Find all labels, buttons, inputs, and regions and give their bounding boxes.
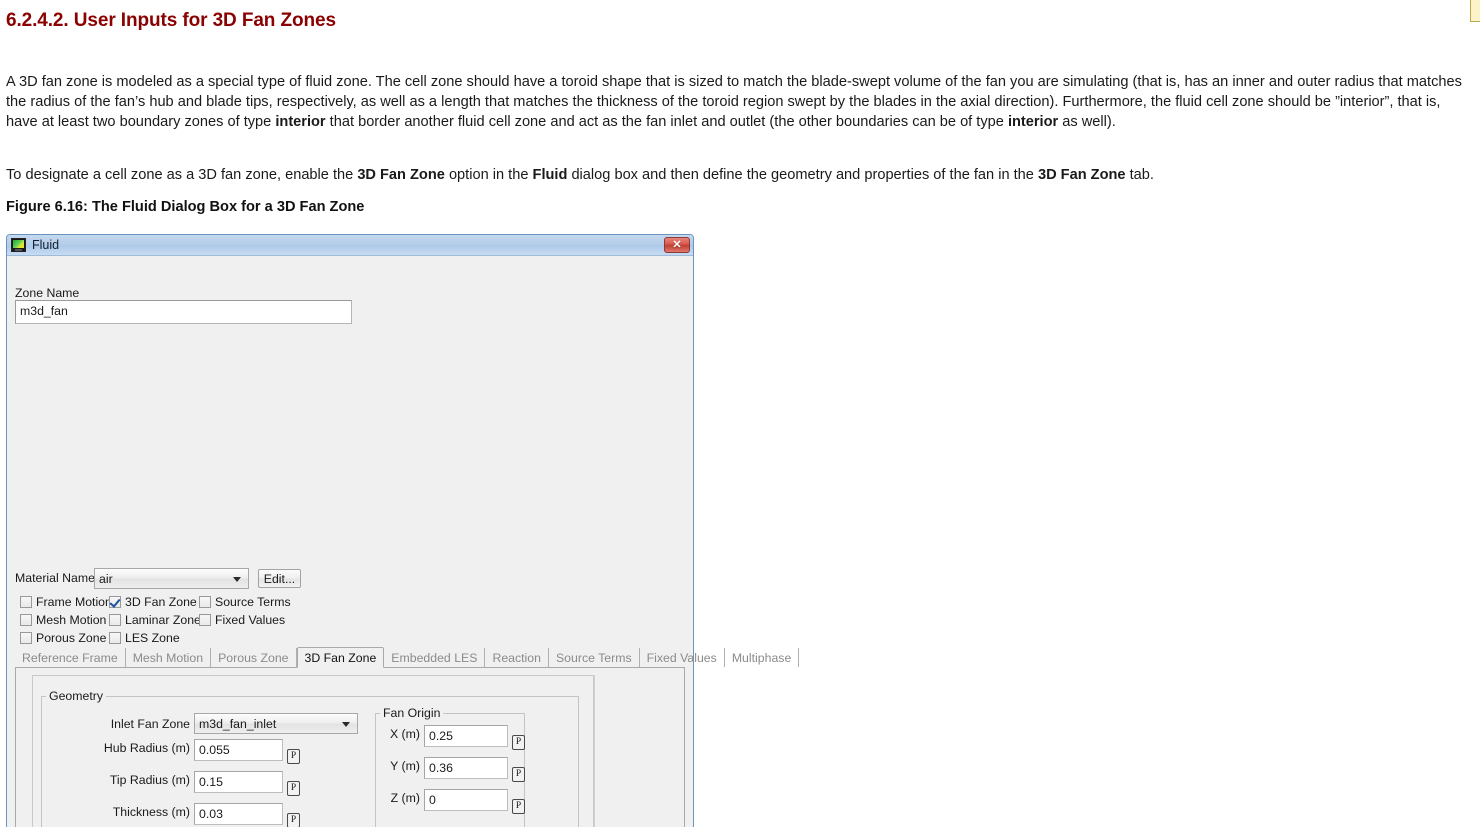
checkbox-mesh-motion[interactable]: Mesh Motion (20, 613, 109, 627)
checkbox-icon[interactable] (20, 614, 32, 626)
tab-mesh-motion[interactable]: Mesh Motion (126, 648, 212, 667)
tip-radius-input[interactable]: 0.15 (194, 771, 283, 793)
body-paragraph-2: To designate a cell zone as a 3D fan zon… (6, 165, 1474, 185)
checkbox-3d-fan-zone[interactable]: 3D Fan Zone (109, 595, 199, 609)
para2-text1: To designate a cell zone as a 3D fan zon… (6, 167, 358, 183)
hub-radius-input[interactable]: 0.055 (194, 739, 283, 761)
fluent-app-icon (11, 238, 26, 252)
body-paragraph-1: A 3D fan zone is modeled as a special ty… (6, 72, 1474, 132)
chevron-down-icon (233, 576, 241, 582)
para1-text2: that border another fluid cell zone and … (325, 114, 1008, 130)
inlet-fan-zone-select[interactable]: m3d_fan_inlet (194, 713, 358, 734)
para2-text3: dialog box and then define the geometry … (567, 167, 1038, 183)
tab-embedded-les[interactable]: Embedded LES (384, 648, 486, 667)
page-edge-artifact (1470, 0, 1480, 22)
fan-origin-x-label: X (m) (389, 727, 420, 741)
checkbox-label: 3D Fan Zone (125, 595, 197, 609)
checkbox-les-zone[interactable]: LES Zone (109, 631, 199, 645)
tab-reaction[interactable]: Reaction (485, 648, 549, 667)
dialog-body: Zone Name m3d_fan Material Name air Edit… (7, 256, 800, 827)
zone-name-label: Zone Name (15, 286, 80, 300)
page-title: 6.2.4.2. User Inputs for 3D Fan Zones (6, 10, 336, 31)
tab-multiphase[interactable]: Multiphase (725, 648, 800, 667)
zone-name-input[interactable]: m3d_fan (15, 300, 352, 324)
checkbox-label: Frame Motion (36, 595, 112, 609)
checkbox-row: Frame Motion 3D Fan Zone Source Terms (20, 593, 309, 611)
fan-origin-group: Fan Origin X (m) 0.25 P Y (m) 0.36 P Z (… (375, 706, 525, 827)
tab-3d-fan-zone[interactable]: 3D Fan Zone (296, 647, 385, 668)
checkbox-icon[interactable] (20, 632, 32, 644)
checkbox-porous-zone[interactable]: Porous Zone (20, 631, 109, 645)
close-icon[interactable]: ✕ (664, 237, 690, 253)
tab-reference-frame[interactable]: Reference Frame (15, 648, 126, 667)
material-name-select[interactable]: air (94, 568, 249, 589)
dialog-titlebar[interactable]: Fluid ✕ (7, 235, 693, 256)
fluid-dialog: Fluid ✕ Zone Name m3d_fan Material Name … (6, 234, 800, 827)
fan-origin-z-parameter-button[interactable]: P (512, 799, 525, 814)
checkbox-label: Laminar Zone (125, 613, 201, 627)
tip-radius-label: Tip Radius (m) (109, 773, 190, 787)
checkbox-icon[interactable] (109, 614, 121, 626)
geometry-group-title: Geometry (46, 689, 106, 703)
material-name-label: Material Name (15, 571, 95, 585)
checkbox-icon[interactable] (199, 614, 211, 626)
checkbox-icon[interactable] (20, 596, 32, 608)
fan-origin-x-input[interactable]: 0.25 (424, 725, 508, 747)
checkbox-icon[interactable] (199, 596, 211, 608)
edit-material-button[interactable]: Edit... (258, 569, 301, 588)
checkbox-source-terms[interactable]: Source Terms (199, 595, 309, 609)
para1-text3: as well). (1058, 114, 1116, 130)
hub-radius-label: Hub Radius (m) (103, 741, 190, 755)
checkbox-row: Mesh Motion Laminar Zone Fixed Values (20, 611, 309, 629)
checkbox-label: LES Zone (125, 631, 180, 645)
para1-bold1: interior (275, 114, 326, 130)
page-root: 6.2.4.2. User Inputs for 3D Fan Zones A … (0, 0, 1480, 827)
checkbox-label: Source Terms (215, 595, 291, 609)
geometry-group: Geometry Inlet Fan Zone m3d_fan_inlet Hu… (41, 689, 579, 827)
fan-origin-y-input[interactable]: 0.36 (424, 757, 508, 779)
thickness-parameter-button[interactable]: P (287, 813, 300, 827)
dialog-tabstrip: Reference Frame Mesh Motion Porous Zone … (15, 647, 800, 668)
para2-text2: option in the (444, 167, 533, 183)
checkbox-icon[interactable] (109, 596, 121, 608)
thickness-input[interactable]: 0.03 (194, 803, 283, 825)
fan-origin-z-label: Z (m) (390, 791, 420, 805)
tab-fixed-values[interactable]: Fixed Values (640, 648, 725, 667)
fan-origin-x-parameter-button[interactable]: P (512, 735, 525, 750)
para2-text4: tab. (1125, 167, 1154, 183)
dialog-title: Fluid (32, 238, 60, 252)
checkbox-frame-motion[interactable]: Frame Motion (20, 595, 112, 609)
zone-type-checkbox-grid: Frame Motion 3D Fan Zone Source Terms Me… (20, 593, 309, 647)
tab-content-panel: Geometry Inlet Fan Zone m3d_fan_inlet Hu… (15, 668, 685, 827)
checkbox-label: Mesh Motion (36, 613, 107, 627)
inlet-fan-zone-label: Inlet Fan Zone (110, 717, 190, 731)
tab-porous-zone[interactable]: Porous Zone (211, 648, 297, 667)
checkbox-row: Porous Zone LES Zone (20, 629, 309, 647)
checkbox-laminar-zone[interactable]: Laminar Zone (109, 613, 201, 627)
tab-scroll-area: Geometry Inlet Fan Zone m3d_fan_inlet Hu… (32, 675, 594, 827)
checkbox-fixed-values[interactable]: Fixed Values (199, 613, 309, 627)
para2-bold1: 3D Fan Zone (357, 167, 445, 183)
fan-origin-group-title: Fan Origin (380, 706, 444, 720)
checkbox-label: Porous Zone (36, 631, 107, 645)
para1-bold2: interior (1007, 114, 1059, 130)
tab-source-terms[interactable]: Source Terms (549, 648, 640, 667)
thickness-label: Thickness (m) (112, 805, 190, 819)
figure-caption: Figure 6.16: The Fluid Dialog Box for a … (6, 199, 365, 215)
material-name-value: air (99, 571, 113, 586)
para2-bold2: Fluid (532, 167, 568, 183)
fan-origin-y-parameter-button[interactable]: P (512, 767, 525, 782)
chevron-down-icon (342, 721, 350, 727)
para2-bold3: 3D Fan Zone (1037, 167, 1126, 183)
checkbox-label: Fixed Values (215, 613, 286, 627)
fan-origin-z-input[interactable]: 0 (424, 789, 508, 811)
checkbox-icon[interactable] (109, 632, 121, 644)
inlet-fan-zone-value: m3d_fan_inlet (199, 716, 277, 731)
hub-radius-parameter-button[interactable]: P (287, 749, 300, 764)
tip-radius-parameter-button[interactable]: P (287, 781, 300, 796)
fan-origin-y-label: Y (m) (390, 759, 420, 773)
